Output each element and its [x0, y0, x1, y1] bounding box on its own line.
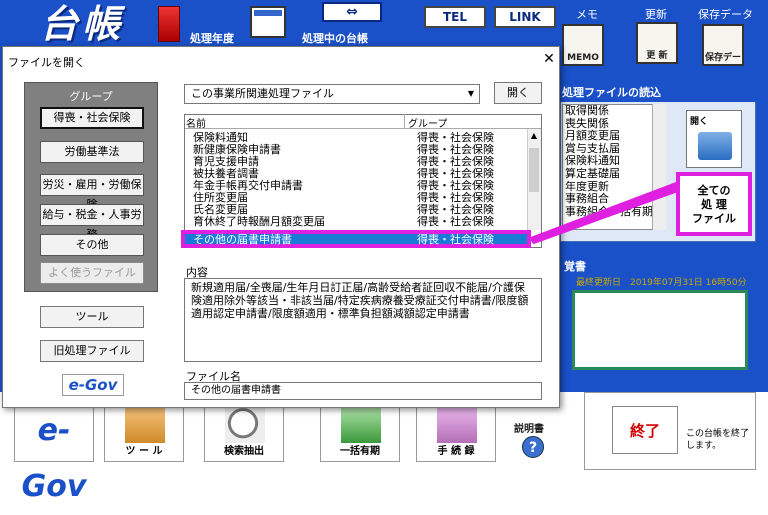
all-files-line-1: 全ての	[697, 184, 731, 197]
open-button[interactable]: 開く	[494, 82, 542, 104]
notes-textarea[interactable]	[572, 290, 748, 370]
magnifier-icon	[225, 407, 265, 443]
group-button-labor-insurance[interactable]: 労災・雇用・労働保険	[40, 174, 144, 211]
current-book-label: 処理中の台帳	[302, 32, 368, 45]
year-label: 処理年度	[190, 32, 234, 45]
memo-caption: メモ	[576, 8, 598, 21]
row-group: 得喪・社会保険	[417, 233, 494, 246]
group-button-other[interactable]: その他	[40, 234, 144, 256]
table-row[interactable]: 育休終了時報酬月額変更届 得喪・社会保険	[185, 216, 525, 228]
memo-icon[interactable]: MEMO	[562, 24, 604, 66]
bulk-term-label: 一括有期	[340, 446, 380, 457]
notes-title: 覚書	[560, 258, 756, 276]
all-files-line-2: 処 理	[701, 198, 727, 211]
dialog-tool-button[interactable]: ツール	[40, 306, 144, 328]
procedure-record-button[interactable]: 手 続 録	[416, 402, 496, 462]
open-folder-label: 開く	[690, 117, 709, 127]
close-icon[interactable]: ✕	[540, 50, 558, 68]
update-icon[interactable]: 更 新	[636, 22, 678, 64]
egov-badge[interactable]: e-Gov	[62, 374, 124, 396]
all-files-line-3: ファイル	[692, 212, 736, 225]
tel-button[interactable]: TEL	[424, 6, 486, 28]
list-item[interactable]: 月額変更届	[563, 130, 665, 143]
dialog-title: ファイルを開く	[8, 56, 85, 69]
folder-icon	[698, 132, 732, 160]
filename-field[interactable]: その他の届書申請書	[184, 382, 542, 400]
update-caption: 更新	[645, 8, 667, 21]
scroll-up-icon[interactable]: ▲	[527, 131, 541, 143]
category-select[interactable]: この事業所関連処理ファイル	[184, 84, 480, 104]
group-button-payroll-tax[interactable]: 給与・税金・人事労務	[40, 204, 144, 241]
row-name: その他の届書申請書	[193, 233, 292, 246]
exit-button[interactable]: 終了	[612, 406, 678, 454]
group-button-labor-standards[interactable]: 労働基準法	[40, 141, 144, 163]
bulk-term-button[interactable]: 一括有期	[320, 402, 400, 462]
row-name: 育休終了時報酬月額変更届	[193, 215, 325, 228]
switch-arrow-button[interactable]: ⇔	[322, 2, 382, 22]
header-divider	[185, 128, 541, 129]
egov-button[interactable]: e-Gov	[14, 402, 94, 504]
tools-icon	[125, 407, 165, 443]
tools-button[interactable]: ツ ー ル	[104, 402, 184, 462]
old-process-file-button[interactable]: 旧処理ファイル	[40, 340, 144, 362]
year-book-icon[interactable]	[158, 6, 180, 42]
selected-table-row[interactable]: その他の届書申請書 得喪・社会保険	[181, 230, 531, 248]
list-item[interactable]: 取得関係	[563, 105, 665, 118]
link-button[interactable]: LINK	[494, 6, 556, 28]
manual-label: 説明書	[514, 424, 544, 435]
callout-arrow-icon	[528, 182, 678, 244]
notes-last-updated: 最終更新日 2019年07月31日 16時50分	[576, 278, 747, 288]
procedure-record-label: 手 続 録	[437, 446, 475, 457]
save-data-icon[interactable]: 保存データ	[702, 24, 744, 127]
search-extract-button[interactable]: 検索抽出	[204, 402, 284, 462]
save-caption: 保存データ	[698, 8, 753, 21]
all-files-button[interactable]: 全ての 処 理 ファイル	[676, 172, 752, 236]
tools-label: ツ ー ル	[125, 446, 163, 457]
content-text: 新規適用届/全喪届/生年月日訂正届/高齢受給者証回収不能届/介護保険適用除外等該…	[184, 278, 542, 362]
shovel-icon	[341, 407, 381, 443]
column-separator[interactable]	[404, 114, 405, 128]
calendar-icon[interactable]	[250, 6, 286, 38]
file-rows: 保険料通知 得喪・社会保険 新健康保険申請書 得喪・社会保険 育児支援申請 得喪・社会…	[185, 132, 525, 232]
hand-icon	[437, 407, 477, 443]
group-button-social-insurance[interactable]: 得喪・社会保険	[40, 107, 144, 129]
group-heading: グループ	[69, 90, 113, 103]
chevron-down-icon[interactable]: ▼	[464, 86, 478, 102]
search-extract-label: 検索抽出	[224, 446, 264, 457]
help-icon[interactable]: ?	[522, 436, 544, 458]
process-file-panel-title: 処理ファイルの読込	[560, 84, 756, 102]
row-group: 得喪・社会保険	[417, 215, 494, 228]
app-logo: 台帳	[40, 2, 125, 46]
group-button-favorites[interactable]: よく使うファイル	[40, 262, 144, 284]
exit-description: この台帳を終了します。	[686, 429, 750, 451]
